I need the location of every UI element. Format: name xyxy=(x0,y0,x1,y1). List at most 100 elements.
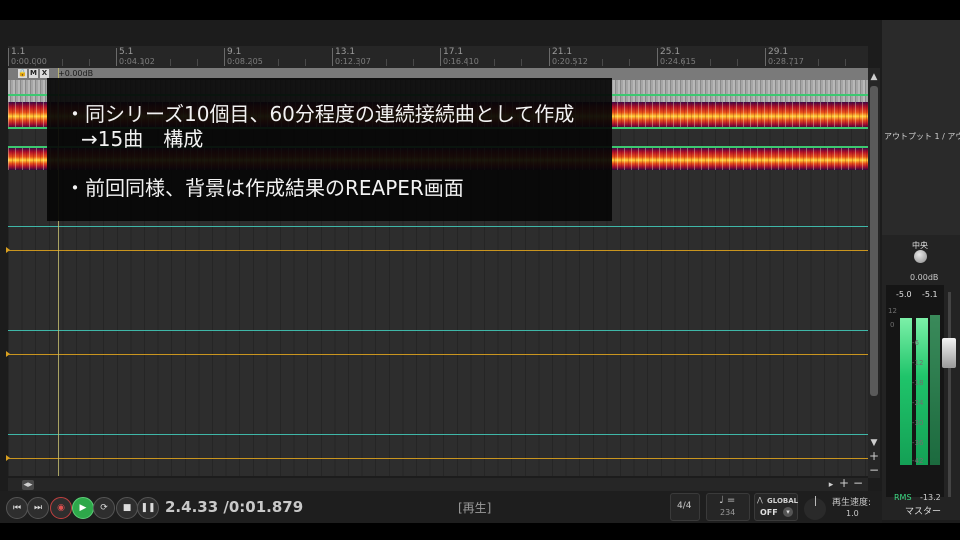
ruler-minor-tick xyxy=(845,59,846,66)
ruler-minor-tick xyxy=(683,59,684,66)
item-gain-label: +0.00dB xyxy=(58,69,94,78)
caption-overlay: ・同シリーズ10個目、60分程度の連続接続曲として作成 →15曲 構成 ・前回同… xyxy=(47,78,612,221)
skip-end-icon[interactable]: ⏭ xyxy=(27,497,49,519)
ruler-minor-tick xyxy=(413,59,414,66)
meter-scale-label: -24 xyxy=(912,399,924,407)
envelope-line[interactable] xyxy=(8,354,868,355)
loop-icon[interactable]: ⟳ xyxy=(93,497,115,519)
time-display[interactable]: 2.4.33 /0:01.879 xyxy=(165,498,303,516)
play-state-label: [再生] xyxy=(458,501,492,515)
caption-line-3: ・前回同様、背景は作成結果のREAPER画面 xyxy=(65,176,464,200)
ruler-minor-tick xyxy=(251,59,252,66)
envelope-line[interactable] xyxy=(8,250,868,251)
lock-icon[interactable]: 🔒 xyxy=(18,69,27,78)
meter-scale-label: 12 xyxy=(888,307,897,315)
horizontal-scrollbar[interactable] xyxy=(8,478,868,491)
volume-fader-track[interactable] xyxy=(948,292,951,497)
envelope-line[interactable] xyxy=(8,458,868,459)
rate-value[interactable]: 1.0 xyxy=(846,509,859,518)
track-divider xyxy=(8,434,868,435)
meter-scale-label: -6 xyxy=(912,339,919,347)
ruler-time-label: 0:04.102 xyxy=(119,57,155,66)
ruler-minor-tick xyxy=(575,59,576,66)
caption-line-2: →15曲 構成 xyxy=(81,127,204,151)
ruler-tick xyxy=(224,48,225,66)
master-output-label[interactable]: アウトプット 1 / アウトプット xyxy=(884,131,960,142)
envelope-point-icon[interactable] xyxy=(6,455,10,461)
ruler-minor-tick xyxy=(305,59,306,66)
scroll-right-icon[interactable]: ▸ xyxy=(826,480,836,490)
scroll-down-icon[interactable]: ▼ xyxy=(868,438,880,448)
automation-icon: ⋀ xyxy=(757,496,763,504)
ruler-time-label: 0:00.000 xyxy=(11,57,47,66)
ruler-tick xyxy=(8,48,9,66)
global-automation-box[interactable]: ⋀ GLOBAL OFF ▾ xyxy=(754,493,798,521)
zoom-out-vertical-icon[interactable]: − xyxy=(868,464,880,476)
peak-left-readout[interactable]: -5.0 xyxy=(896,290,912,299)
global-label: GLOBAL xyxy=(767,497,799,505)
ruler-tick xyxy=(549,48,550,66)
ruler-minor-tick xyxy=(818,59,819,66)
rms-label: RMS xyxy=(894,493,912,502)
ruler-bar-label: 29.1 xyxy=(768,47,789,57)
time-signature: 4/4 xyxy=(677,501,692,511)
ruler-bar-label: 5.1 xyxy=(119,47,134,57)
volume-fader[interactable] xyxy=(942,338,956,368)
master-meter: 12 0 -6 -12 -18 -24 -30 -36 -42 xyxy=(886,285,944,497)
tempo-value: 234 xyxy=(720,508,736,517)
skip-start-icon[interactable]: ⏮ xyxy=(6,497,28,519)
chevron-down-icon[interactable]: ▾ xyxy=(783,507,793,517)
play-icon[interactable]: ▶ xyxy=(72,497,94,519)
pause-icon[interactable]: ❚❚ xyxy=(137,497,159,519)
bottom-black-bar xyxy=(0,523,960,540)
ruler-minor-tick xyxy=(629,59,630,66)
tempo-icon: ♩ = xyxy=(719,495,736,506)
rms-value: -13.2 xyxy=(920,493,941,502)
fx-button[interactable]: X xyxy=(40,69,49,78)
meter-scale-label: 0 xyxy=(890,321,895,329)
ruler-minor-tick xyxy=(89,59,90,66)
ruler-minor-tick xyxy=(791,59,792,66)
timeline-ruler[interactable]: 1.1 0:00.000 5.1 0:04.102 9.1 0:08.205 1… xyxy=(8,46,868,69)
meter-left xyxy=(900,318,912,465)
global-state: OFF xyxy=(760,508,778,517)
tempo-box[interactable]: ♩ = 234 xyxy=(706,493,750,521)
zoom-in-vertical-icon[interactable]: + xyxy=(868,450,880,462)
pan-knob[interactable] xyxy=(914,250,927,263)
stop-icon[interactable]: ■ xyxy=(116,497,138,519)
ruler-minor-tick xyxy=(359,59,360,66)
scroll-up-icon[interactable]: ▲ xyxy=(868,72,880,82)
ruler-bar-label: 1.1 xyxy=(11,47,26,57)
master-fx-area[interactable] xyxy=(882,20,960,235)
rate-label: 再生速度: xyxy=(832,498,872,508)
ruler-minor-tick xyxy=(737,59,738,66)
zoom-in-horizontal-icon[interactable]: + xyxy=(838,477,850,489)
ruler-tick xyxy=(657,48,658,66)
meter-scale-label: -36 xyxy=(912,439,924,447)
horizontal-scroll-thumb[interactable]: ◂▸ xyxy=(22,480,34,490)
ruler-minor-tick xyxy=(170,59,171,66)
envelope-point-icon[interactable] xyxy=(6,351,10,357)
track-divider xyxy=(8,330,868,331)
meter-scale-label: -42 xyxy=(912,457,924,465)
ruler-tick xyxy=(765,48,766,66)
record-icon[interactable]: ◉ xyxy=(50,497,72,519)
ruler-bar-label: 21.1 xyxy=(552,47,573,57)
ruler-minor-tick xyxy=(710,59,711,66)
rate-knob-indicator xyxy=(815,496,816,506)
meter-scale-label: -12 xyxy=(912,359,924,367)
zoom-out-horizontal-icon[interactable]: − xyxy=(852,477,864,489)
ruler-minor-tick xyxy=(521,59,522,66)
envelope-point-icon[interactable] xyxy=(6,247,10,253)
track-divider xyxy=(8,226,868,227)
time-signature-box[interactable]: 4/4 xyxy=(670,493,700,521)
peak-right-readout[interactable]: -5.1 xyxy=(922,290,938,299)
vertical-scroll-thumb[interactable] xyxy=(870,86,878,396)
ruler-time-label: 0:16.410 xyxy=(443,57,479,66)
ruler-bar-label: 17.1 xyxy=(443,47,464,57)
ruler-minor-tick xyxy=(62,59,63,66)
ruler-time-label: 0:12.307 xyxy=(335,57,371,66)
ruler-time-label: 0:28.717 xyxy=(768,57,804,66)
master-track-name[interactable]: マスター xyxy=(905,504,941,517)
mute-button[interactable]: M xyxy=(29,69,38,78)
